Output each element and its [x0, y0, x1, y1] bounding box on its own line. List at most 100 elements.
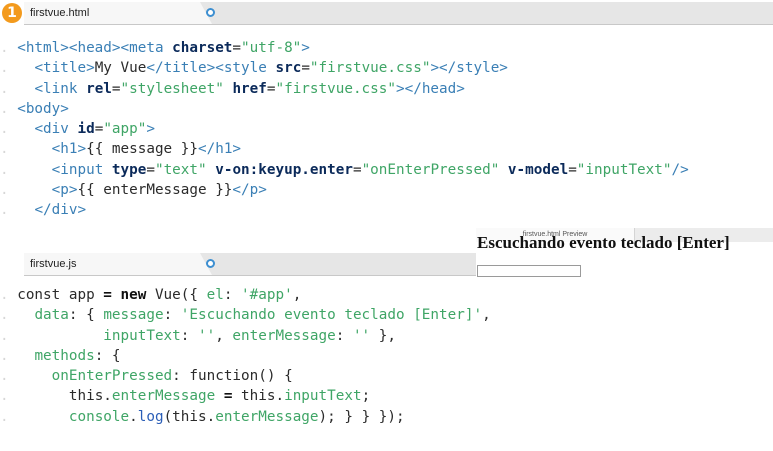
code-token: type: [111, 161, 147, 178]
code-line: . <input type="text" v-on:keyup.enter="o…: [0, 161, 689, 178]
code-token: inputText: [284, 388, 362, 405]
code-token: />: [671, 161, 689, 178]
code-token: rel: [86, 80, 112, 97]
code-token: =: [352, 161, 362, 178]
code-line: . <body>: [0, 100, 69, 117]
code-token: log: [137, 408, 164, 425]
code-token: "firstvue.css": [309, 60, 431, 77]
code-line: . <p>{{ enterMessage }}</p>: [0, 182, 267, 199]
code-token: ;: [361, 388, 371, 405]
code-token: "app": [103, 121, 147, 138]
code-token: =: [146, 161, 155, 178]
code-token: My Vue: [94, 60, 147, 77]
code-token: Vue({: [146, 287, 207, 303]
code-line: . <link rel="stylesheet" href="firstvue.…: [0, 80, 465, 97]
code-token: ,: [215, 327, 233, 344]
preview-pane: firstvue.html Preview Escuchando evento …: [476, 228, 773, 288]
html-editor-tabbar: firstvue.html: [24, 2, 773, 25]
code-token: >: [146, 121, 155, 138]
code-token: ,: [482, 307, 491, 324]
code-token: <link: [34, 80, 87, 97]
code-line: . methods: {: [0, 347, 121, 364]
code-token: '#app': [241, 287, 293, 303]
code-token: =: [103, 287, 112, 303]
code-token: :: [180, 327, 198, 344]
code-token: : {: [94, 347, 121, 364]
code-token: src: [275, 60, 302, 77]
code-line: . data: { message: 'Escuchando evento te…: [0, 307, 491, 324]
step-marker: 1: [2, 3, 22, 23]
code-token: '': [197, 327, 216, 344]
code-token: enterMessage: [232, 327, 336, 344]
code-token: this.: [68, 388, 112, 405]
code-token: =: [111, 80, 121, 97]
code-token: enterMessage: [111, 388, 216, 405]
code-token: <h1>: [51, 141, 87, 158]
code-token: <p>: [51, 182, 78, 199]
js-code-editor[interactable]: . const app = new Vue({ el: '#app', . dat…: [0, 285, 491, 427]
code-token: :: [335, 327, 353, 344]
preview-heading: Escuchando evento teclado [Enter]: [477, 233, 730, 252]
code-line: . <h1>{{ message }}</h1>: [0, 141, 242, 158]
tab-firstvue-html[interactable]: firstvue.html: [24, 2, 212, 24]
code-token: charset: [172, 40, 233, 56]
code-token: enterMessage: [215, 408, 319, 425]
code-token: new: [120, 287, 147, 303]
code-token: {{ message }}: [86, 141, 198, 158]
code-token: "firstvue.css": [275, 80, 396, 97]
code-token: <div: [34, 121, 78, 138]
code-token: ,: [292, 287, 302, 303]
code-token: href: [232, 80, 267, 97]
code-token: console: [68, 408, 130, 425]
code-token: id: [77, 121, 95, 138]
code-token: <html><head><meta: [17, 40, 173, 56]
code-line: . </div>: [0, 202, 87, 219]
code-token: =: [301, 60, 310, 77]
code-token: message: [103, 307, 164, 324]
tab-firstvue-js[interactable]: firstvue.js: [24, 253, 212, 275]
code-line: . console.log(this.enterMessage); } } })…: [0, 408, 405, 425]
code-token: =: [232, 40, 242, 56]
code-line: . <title>My Vue</title><style src="first…: [0, 60, 508, 77]
code-token: this.: [232, 388, 285, 405]
code-token: (this.: [163, 408, 216, 425]
code-token: "utf-8": [241, 40, 302, 56]
code-token: v-on:keyup.enter: [215, 161, 353, 178]
code-token: :: [163, 307, 181, 324]
code-line: . <html><head><meta charset="utf-8">: [0, 40, 310, 56]
code-token: ); } } });: [318, 408, 405, 425]
code-token: methods: [34, 347, 95, 364]
code-token: </title><style: [146, 60, 276, 77]
code-token: .: [129, 408, 138, 425]
code-token: <body>: [17, 100, 69, 117]
code-token: "inputText": [576, 161, 672, 178]
code-token: inputText: [103, 327, 181, 344]
code-token: },: [370, 327, 396, 344]
tab-label: firstvue.js: [30, 258, 77, 270]
code-token: "stylesheet": [120, 80, 224, 97]
code-token: </div>: [34, 202, 87, 219]
tab-label: firstvue.html: [30, 7, 90, 19]
code-token: :: [223, 287, 242, 303]
unsaved-dot-icon: [206, 259, 215, 268]
preview-text-input[interactable]: [477, 265, 581, 277]
code-token: : {: [68, 307, 104, 324]
code-line: . const app = new Vue({ el: '#app',: [0, 287, 302, 303]
code-line: . onEnterPressed: function() {: [0, 368, 293, 385]
code-token: {{ enterMessage }}: [77, 182, 233, 199]
code-token: 'Escuchando evento teclado [Enter]': [180, 307, 483, 324]
code-token: "text": [154, 161, 207, 178]
code-token: : function() {: [172, 368, 293, 385]
code-token: </p>: [232, 182, 267, 199]
code-token: v-model: [507, 161, 569, 178]
code-token: <input: [51, 161, 112, 178]
code-token: const app: [17, 287, 104, 303]
code-line: . inputText: '', enterMessage: '' },: [0, 327, 396, 344]
code-token: '': [352, 327, 371, 344]
html-code-editor[interactable]: . <html><head><meta charset="utf-8"> . <t…: [0, 38, 689, 221]
code-token: "onEnterPressed": [361, 161, 500, 178]
code-token: =: [568, 161, 577, 178]
